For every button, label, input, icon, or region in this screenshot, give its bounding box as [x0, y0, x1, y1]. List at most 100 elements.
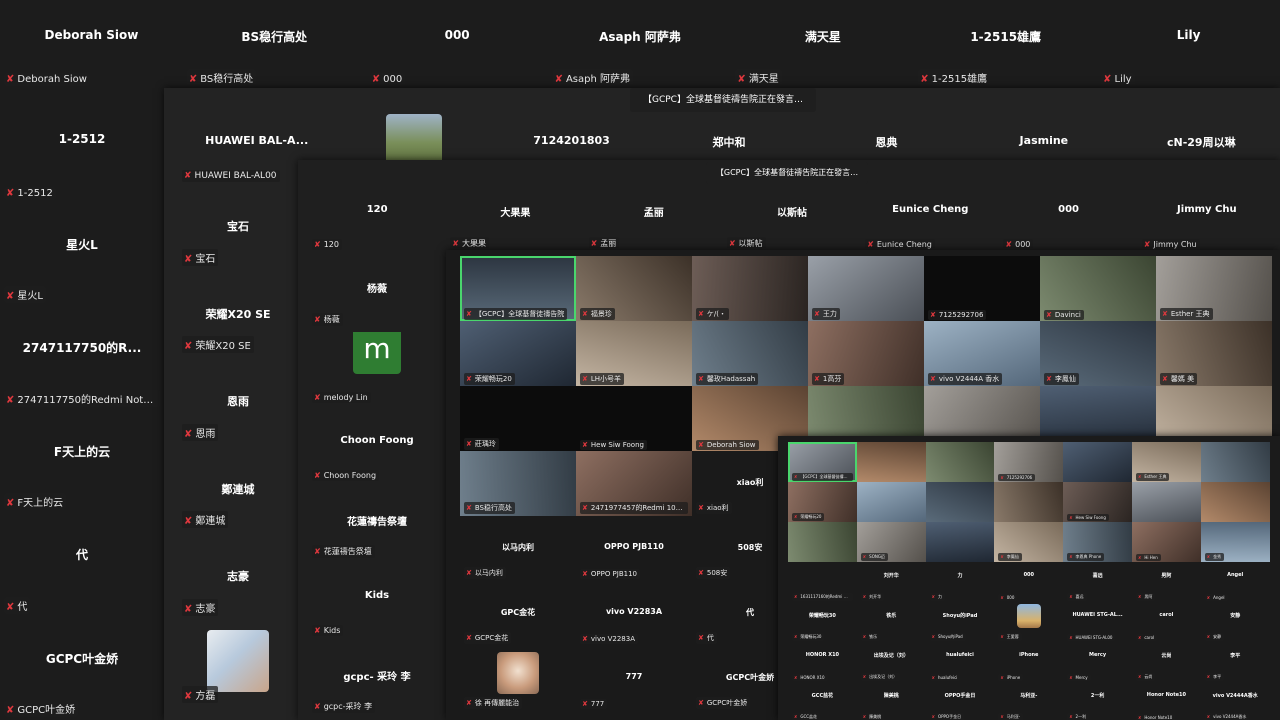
participant-tile[interactable]: 代 ✘ 代: [0, 518, 164, 622]
participant-tile[interactable]: 大果果 ✘ 大果果: [446, 186, 584, 254]
participant-video-tile[interactable]: ✘ 莊瑀玲: [460, 386, 576, 451]
participant-video-tile[interactable]: ✘ 荣耀畅玩20: [460, 321, 576, 386]
participant-video-tile[interactable]: ✘ 1高芬: [808, 321, 924, 386]
participant-tile[interactable]: vivo V2444A香水 ✘ vivo V2444A香水: [1201, 682, 1270, 720]
participant-tile[interactable]: Honor Note10 ✘ Honor Note10: [1132, 682, 1201, 720]
participant-video-tile[interactable]: ✘ 7125292706: [994, 442, 1064, 482]
participant-tile[interactable]: ✘ 1631117160的Redmi A3 Pro: [788, 562, 857, 602]
participant-tile[interactable]: 鄭連城 ✘ 鄭連城: [178, 447, 298, 535]
participant-tile[interactable]: 以马内利 ✘ 以马内利: [460, 516, 576, 581]
participant-video-tile[interactable]: ✘ Esther 王典: [1132, 442, 1201, 482]
participant-tile[interactable]: 满天星 ✘ 满天星: [731, 0, 914, 92]
participant-tile[interactable]: 马利亚- ✘ 马利亚-: [994, 682, 1063, 720]
participant-video-tile[interactable]: ✘ 福景珍: [576, 256, 692, 321]
participant-tile[interactable]: OPPO PJB110 ✘ OPPO PJB110: [576, 516, 692, 581]
participant-video-tile[interactable]: ✘: [856, 482, 926, 522]
participant-video-tile[interactable]: ✘ 王力: [808, 256, 924, 321]
participant-video-tile[interactable]: ✘ ケ/(・: [692, 256, 808, 321]
participant-tile[interactable]: 力 ✘ 力: [926, 562, 995, 602]
participant-tile[interactable]: OPPO手金日 ✘ OPPO手金日: [926, 682, 995, 720]
participant-video-tile[interactable]: ✘: [788, 522, 857, 562]
participant-tile[interactable]: F天上的云 ✘ F天上的云: [0, 415, 164, 519]
participant-tile[interactable]: GPC金花 ✘ GCPC金花: [460, 581, 576, 646]
participant-tile[interactable]: 星火L ✘ 星火L: [0, 208, 164, 312]
participant-tile[interactable]: 2一利 ✘ 2一利: [1063, 682, 1132, 720]
participant-video-tile[interactable]: ✘ Hew Siw Foong: [576, 386, 692, 451]
participant-tile[interactable]: Mercy ✘ Mercy: [1063, 642, 1132, 682]
participant-tile[interactable]: HUAWEI STG-AL... ✘ HUAWEI STG-AL00: [1063, 602, 1132, 642]
participant-tile[interactable]: ✘ 方磊: [178, 622, 298, 710]
participant-video-tile[interactable]: ✘ vivo V2444A 香水: [924, 321, 1040, 386]
participant-video-tile[interactable]: ✘ Davinci: [1040, 256, 1156, 321]
participant-tile[interactable]: GCPC叶金娇 ✘ GCPC叶金娇: [0, 622, 164, 720]
participant-tile[interactable]: GCC盐花 ✘ GCC盐花: [788, 682, 857, 720]
participant-tile[interactable]: 1-2515雄鷹 ✘ 1-2515雄鷹: [914, 0, 1097, 92]
participant-tile[interactable]: Eunice Cheng ✘ Eunice Cheng: [861, 186, 999, 254]
participant-video-tile[interactable]: ✘ 【GCPC】全球基督徒禱告院: [460, 256, 576, 321]
participant-tile[interactable]: Deborah Siow ✘ Deborah Siow: [0, 0, 183, 92]
participant-video-tile[interactable]: ✘: [925, 522, 995, 562]
participant-tile[interactable]: 出埃及记（刘） ✘ 出埃及记（刘）: [857, 642, 926, 682]
participant-video-tile[interactable]: ✘ 李鳳仙: [994, 522, 1064, 562]
participant-video-tile[interactable]: ✘: [1063, 442, 1132, 482]
participant-tile[interactable]: Jimmy Chu ✘ Jimmy Chu: [1138, 186, 1276, 254]
participant-tile[interactable]: 陳美桃 ✘ 陳美桃: [857, 682, 926, 720]
participant-tile[interactable]: 2747117750的R... ✘ 2747117750的Redmi Note 1: [0, 311, 164, 415]
participant-video-tile[interactable]: ✘ 2471977457的Redmi 10X 4G: [576, 451, 692, 516]
participant-video-tile[interactable]: ✘ LH小号羊: [576, 321, 692, 386]
participant-video-tile[interactable]: ✘ 馨玫Hadassah: [692, 321, 808, 386]
participant-video-tile[interactable]: ✘: [994, 482, 1064, 522]
participant-tile[interactable]: 安静 ✘ 安静: [1201, 602, 1270, 642]
participant-tile[interactable]: 云尚 ✘ 云尚: [1132, 642, 1201, 682]
participant-video-tile[interactable]: ✘ Hi Hen: [1132, 522, 1201, 562]
participant-tile[interactable]: Kids ✘ Kids: [308, 564, 446, 642]
participant-tile[interactable]: 杨薇 ✘ 杨薇: [308, 254, 446, 332]
participant-video-tile[interactable]: ✘: [1200, 482, 1270, 522]
participant-tile[interactable]: carol ✘ carol: [1132, 602, 1201, 642]
participant-tile[interactable]: HONOR X10 ✘ HONOR X10: [788, 642, 857, 682]
participant-tile[interactable]: ✘ 王愛蓉: [994, 602, 1063, 642]
participant-tile[interactable]: Asaph 阿萨弗 ✘ Asaph 阿萨弗: [549, 0, 732, 92]
participant-video-tile[interactable]: ✘: [925, 442, 995, 482]
participant-tile[interactable]: 恩雨 ✘ 恩雨: [178, 359, 298, 447]
participant-video-tile[interactable]: ✘: [1200, 442, 1270, 482]
participant-tile[interactable]: 志豪 ✘ 志豪: [178, 534, 298, 622]
participant-tile[interactable]: Choon Foong ✘ Choon Foong: [308, 409, 446, 487]
participant-tile[interactable]: 777 ✘ 777: [576, 646, 692, 711]
participant-tile[interactable]: vivo V2283A ✘ vivo V2283A: [576, 581, 692, 646]
participant-video-tile[interactable]: ✘: [856, 442, 926, 482]
participant-tile[interactable]: Lily ✘ Lily: [1097, 0, 1280, 92]
participant-tile[interactable]: 喜远 ✘ 喜远: [1063, 562, 1132, 602]
participant-tile[interactable]: 李平 ✘ 李平: [1201, 642, 1270, 682]
participant-tile[interactable]: Shoyu的iPad ✘ Shoyu的iPad: [926, 602, 995, 642]
participant-tile[interactable]: 000 ✘ 000: [994, 562, 1063, 602]
participant-video-tile[interactable]: ✘ SONG迈: [856, 522, 926, 562]
participant-video-tile[interactable]: ✘ 金秀: [1200, 522, 1270, 562]
participant-video-tile[interactable]: ✘ Hew Siw Foong: [1063, 482, 1132, 522]
participant-tile[interactable]: gcpc- 采玲 李 ✘ gcpc-采玲 李: [308, 642, 446, 720]
participant-tile[interactable]: ✘ 徐 再傳麗能治: [460, 646, 576, 711]
participant-tile[interactable]: 铁乐 ✘ 铁乐: [857, 602, 926, 642]
participant-tile[interactable]: 120 ✘ 120: [308, 186, 446, 254]
participant-video-tile[interactable]: ✘ 7125292706: [924, 256, 1040, 321]
participant-tile[interactable]: BS稳行高处 ✘ BS稳行高处: [183, 0, 366, 92]
participant-tile[interactable]: Angel ✘ Angel: [1201, 562, 1270, 602]
participant-tile[interactable]: 刘开华 ✘ 刘开华: [857, 562, 926, 602]
participant-tile[interactable]: hualufeici ✘ hualufeici: [926, 642, 995, 682]
participant-video-tile[interactable]: ✘ 馨媽 美: [1156, 321, 1272, 386]
participant-tile[interactable]: 1-2512 ✘ 1-2512: [0, 104, 164, 208]
participant-tile[interactable]: 男阿 ✘ 男阿: [1132, 562, 1201, 602]
participant-tile[interactable]: 荣耀X20 SE ✘ 荣耀X20 SE: [178, 272, 298, 360]
participant-tile[interactable]: 000 ✘ 000: [999, 186, 1137, 254]
participant-video-tile[interactable]: ✘: [925, 482, 995, 522]
participant-video-tile[interactable]: ✘ BS稳行高处: [460, 451, 576, 516]
participant-video-tile[interactable]: ✘ 李恩典 Phone: [1063, 522, 1132, 562]
participant-tile[interactable]: 000 ✘ 000: [366, 0, 549, 92]
participant-video-tile[interactable]: ✘ 李鳳仙: [1040, 321, 1156, 386]
participant-tile[interactable]: 孟丽 ✘ 孟丽: [585, 186, 723, 254]
participant-tile[interactable]: 荣耀畅玩30 ✘ 荣耀畅玩30: [788, 602, 857, 642]
participant-video-tile[interactable]: ✘ Esther 王典: [1156, 256, 1272, 321]
participant-tile[interactable]: m ✘ melody Lin: [308, 331, 446, 410]
participant-video-tile[interactable]: ✘ 【GCPC】全球基督徒禱告院: [788, 442, 857, 482]
participant-tile[interactable]: 宝石 ✘ 宝石: [178, 184, 298, 272]
